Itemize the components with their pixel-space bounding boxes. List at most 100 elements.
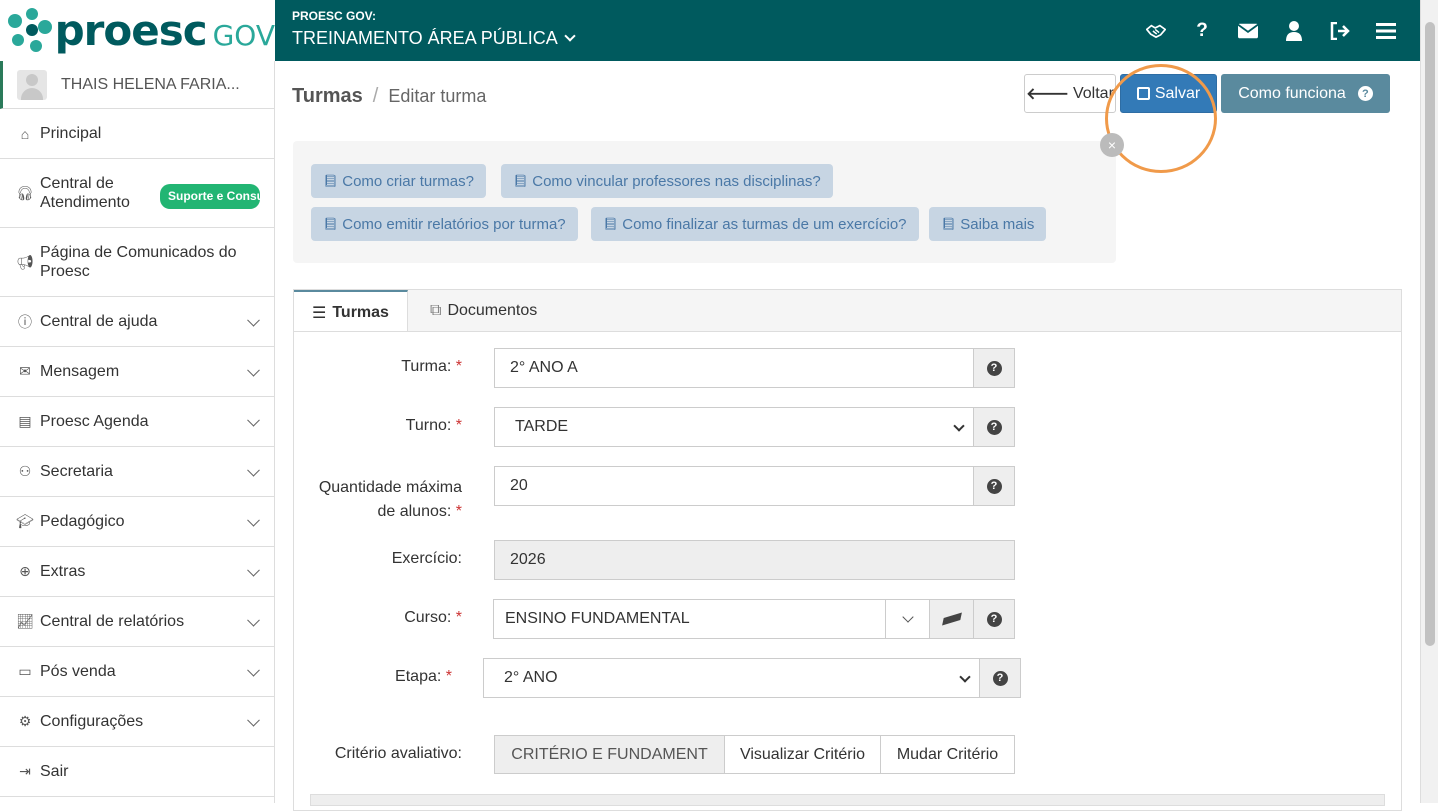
list-icon: ☰ [312, 304, 327, 322]
envelope-icon[interactable] [1238, 21, 1258, 41]
etapa-select[interactable]: 2° ANO [483, 658, 980, 698]
curso-select[interactable]: ENSINO FUNDAMENTAL [493, 599, 886, 639]
scrollbar-thumb[interactable] [1425, 22, 1435, 646]
sidebar-item-pos-venda[interactable]: ▭ Pós venda [0, 647, 274, 697]
book-icon: 📘︎ [941, 217, 957, 231]
question-circle-icon: ? [986, 419, 1002, 435]
sidebar-item-sair[interactable]: ⇥ Sair [0, 747, 274, 797]
sidebar-item-central-atendimento[interactable]: 🎧︎Central de AtendimentoSuporte e Consul… [0, 159, 274, 228]
breadcrumb: Turmas / Editar turma [292, 85, 487, 107]
question-circle-icon: ? [986, 478, 1002, 494]
scrollbar[interactable] [1420, 0, 1438, 803]
back-button[interactable]: 🡐 Voltar [1024, 74, 1116, 113]
megaphone-icon: 📢︎ [16, 253, 34, 270]
chevron-down-icon [247, 463, 260, 477]
sidebar-item-configuracoes[interactable]: ⚙ Configurações [0, 697, 274, 747]
exercicio-input: 2026 [494, 540, 1015, 580]
org-label: PROESC GOV: [292, 9, 377, 23]
users-icon: ⚇ [18, 463, 32, 479]
tab-bar: ☰ Turmas ⧉ Documentos [293, 289, 1402, 333]
chevron-down-icon [247, 413, 260, 427]
handshake-icon[interactable] [1146, 21, 1166, 41]
tab-turmas[interactable]: ☰ Turmas [294, 290, 408, 333]
home-icon: ⌂ [20, 125, 30, 142]
sidebar-item-extras[interactable]: ⊕ Extras [0, 547, 274, 597]
qtd-label: Quantidade máxima de alunos: * [318, 479, 462, 520]
question-circle-icon: ? [1357, 86, 1373, 101]
change-criterio-button[interactable]: Mudar Critério [880, 735, 1015, 774]
avatar [17, 69, 47, 100]
org-selector[interactable]: PROESC GOV: TREINAMENTO ÁREA PÚBLICA [292, 9, 576, 49]
turno-help[interactable]: ? [973, 407, 1015, 447]
eraser-button[interactable] [929, 599, 974, 639]
question-circle-icon: ? [986, 360, 1002, 376]
sidebar-item-secretaria[interactable]: ⚇ Secretaria [0, 447, 274, 497]
documents-icon: ⧉ [430, 302, 442, 319]
menu-icon[interactable] [1376, 21, 1396, 41]
next-section [310, 794, 1385, 806]
arrow-left-icon: 🡐 [1026, 86, 1069, 103]
help-link-relatorios-turma[interactable]: 📘︎ Como emitir relatórios por turma? [311, 207, 578, 241]
graduation-icon: 🎓︎ [16, 513, 34, 529]
question-circle-icon: ? [986, 611, 1002, 627]
info-icon: ⓘ [18, 313, 32, 330]
plus-circle-icon: ⊕ [19, 563, 31, 579]
chevron-down-icon [247, 313, 260, 327]
help-link-finalizar-turmas[interactable]: 📘︎ Como finalizar as turmas de um exercíc… [591, 207, 919, 241]
chevron-down-icon [247, 663, 260, 677]
sidebar: THAIS HELENA FARIA... ⌂ Principal 🎧︎ Centr… [0, 61, 275, 803]
turno-select[interactable]: TARDE [494, 407, 974, 447]
main-content: Turmas / Editar turma 🡐 Voltar Salvar Como … [275, 61, 1420, 811]
breadcrumb-section[interactable]: Turmas [292, 85, 363, 107]
gear-icon: ⚙ [18, 713, 32, 729]
turma-help[interactable]: ? [973, 348, 1015, 388]
support-badge: Suporte e Consultoria [160, 184, 260, 209]
sidebar-item-agenda[interactable]: ▤ Proesc Agenda [0, 397, 274, 447]
user-profile[interactable]: THAIS HELENA FARIA... [0, 61, 274, 109]
chevron-down-icon [953, 420, 965, 432]
sidebar-item-principal[interactable]: ⌂ Principal [0, 109, 274, 159]
org-name[interactable]: TREINAMENTO ÁREA PÚBLICA [292, 28, 576, 49]
curso-dropdown-button[interactable] [885, 599, 930, 639]
book-icon: 📘︎ [513, 174, 529, 188]
help-link-saiba-mais[interactable]: 📘︎ Saiba mais [929, 207, 1047, 241]
sidebar-item-mensagem[interactable]: ✉ Mensagem [0, 347, 274, 397]
sidebar-item-relatorios[interactable]: 📈︎ Central de relatórios [0, 597, 274, 647]
help-link-criar-turmas[interactable]: 📘︎ Como criar turmas? [311, 164, 486, 198]
logo-word: proesc GOV [54, 5, 275, 55]
sidebar-item-central-ajuda[interactable]: ⓘ Central de ajuda [0, 297, 274, 347]
help-links-box: 📘︎ Como criar turmas? 📘︎ Como vincular pro… [293, 141, 1116, 263]
criterio-label: Critério avaliativo: [334, 745, 462, 762]
question-circle-icon: ? [992, 670, 1008, 686]
qtd-help[interactable]: ? [973, 466, 1015, 506]
question-icon[interactable]: ? [1192, 20, 1212, 41]
qtd-input[interactable]: 20 [494, 466, 974, 506]
book-icon: 📘︎ [603, 217, 619, 231]
chart-icon: 📈︎ [16, 613, 34, 629]
page-title: Editar turma [388, 86, 487, 106]
turma-input[interactable]: 2° ANO A [494, 348, 974, 388]
view-criterio-button[interactable]: Visualizar Critério [724, 735, 881, 774]
exit-icon: ⇥ [19, 763, 31, 779]
close-icon[interactable]: × [1100, 133, 1124, 157]
how-it-works-button[interactable]: Como funciona? [1221, 74, 1390, 113]
chevron-down-icon [959, 671, 971, 683]
chevron-down-icon [564, 30, 576, 42]
chevron-down-icon [247, 613, 260, 627]
sign-out-icon[interactable] [1330, 21, 1350, 41]
envelope-icon: ✉ [19, 363, 31, 379]
etapa-help[interactable]: ? [979, 658, 1021, 698]
curso-help[interactable]: ? [973, 599, 1015, 639]
etapa-label: Etapa: * [395, 668, 452, 685]
ticket-icon: ▭ [18, 663, 32, 679]
user-icon[interactable] [1284, 20, 1304, 41]
help-link-vincular-professores[interactable]: 📘︎ Como vincular professores nas discipli… [501, 164, 833, 198]
tab-documentos[interactable]: ⧉ Documentos [412, 290, 555, 332]
proesc-logo[interactable]: proesc GOV [0, 0, 275, 61]
sidebar-item-comunicados[interactable]: 📢︎ Página de Comunicados do Proesc [0, 228, 274, 297]
exercicio-label: Exercício: [391, 550, 462, 567]
user-name: THAIS HELENA FARIA... [61, 75, 240, 93]
headset-icon: 🎧︎ [16, 184, 34, 201]
agenda-icon: ▤ [18, 413, 32, 429]
sidebar-item-pedagogico[interactable]: 🎓︎ Pedagógico [0, 497, 274, 547]
